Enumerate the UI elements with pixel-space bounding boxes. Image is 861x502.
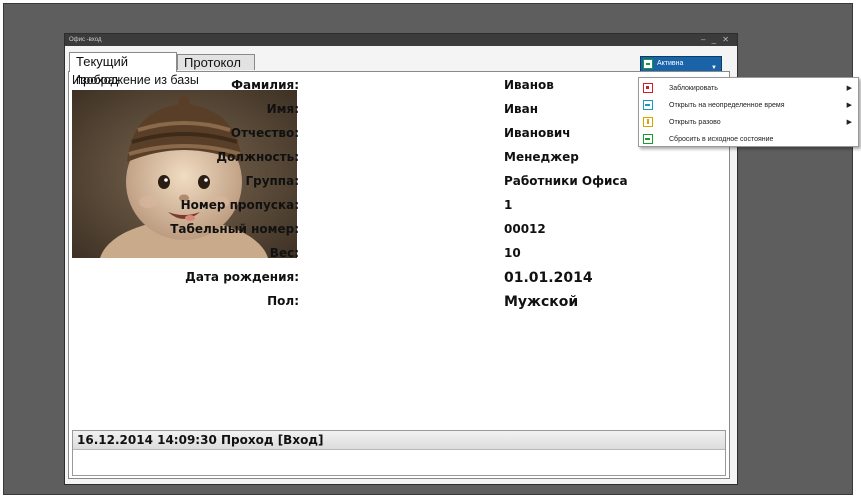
field-label: Группа: [245,174,299,188]
field-value: Иванович [504,126,571,140]
active-icon [643,59,653,69]
tab-current-pass[interactable]: Текущий проход [69,52,177,87]
menu-item-open-indefinitely[interactable]: Открыть на неопределенное время ▶ [639,97,858,114]
field-value: 01.01.2014 [504,270,593,286]
field-value: 1 [504,198,513,212]
title-bar: Офис -вход – _ ✕ [65,34,737,46]
menu-item-lock[interactable]: Заблокировать ▶ [639,80,858,97]
field-label: Отчество: [230,126,299,140]
field-label: Фамилия: [231,78,299,92]
field-value: Мужской [504,294,579,310]
submenu-arrow-icon: ▶ [846,85,852,92]
field-value: Иванов [504,78,554,92]
field-label: Имя: [266,102,299,116]
status-dropdown-button[interactable]: Активна ▼ [640,56,722,72]
field-value: Менеджер [504,150,579,164]
menu-item-label: Сбросить в исходное состояние [669,136,774,143]
field-label: Дата рождения: [185,270,299,284]
menu-item-label: Заблокировать [669,85,718,92]
once-icon [643,117,653,127]
field-label: Пол: [267,294,299,308]
events-log: 16.12.2014 14:09:30 Проход [Вход] [72,430,726,476]
menu-item-label: Открыть на неопределенное время [669,102,785,109]
field-label: Должность: [216,150,299,164]
field-value: Иван [504,102,539,116]
menu-item-reset[interactable]: Сбросить в исходное состояние [639,131,858,148]
tab-protocol[interactable]: Протокол [177,54,255,70]
field-label: Табельный номер: [170,222,299,236]
menu-item-open-once[interactable]: Открыть разово ▶ [639,114,858,131]
status-label: Активна [657,60,684,67]
field-label: Номер пропуска: [180,198,299,212]
submenu-arrow-icon: ▶ [846,102,852,109]
reset-icon [643,134,653,144]
field-value: 10 [504,246,521,260]
field-value: 00012 [504,222,546,236]
lock-icon [643,83,653,93]
app-window: Офис -вход – _ ✕ Текущий проход Протокол… [64,33,738,485]
menu-item-label: Открыть разово [669,119,721,126]
field-value: Работники Офиса [504,174,628,188]
field-label: Вес: [269,246,299,260]
window-title: Офис -вход [69,37,102,43]
current-pass-panel: Изображение из базы Фамилия: Иванов Имя:… [68,71,730,479]
status-dropdown-menu: Заблокировать ▶ Открыть на неопределенно… [638,77,859,147]
window-controls[interactable]: – _ ✕ [701,34,731,46]
submenu-arrow-icon: ▶ [846,119,852,126]
open-icon [643,100,653,110]
latest-event: 16.12.2014 14:09:30 Проход [Вход] [73,431,725,450]
